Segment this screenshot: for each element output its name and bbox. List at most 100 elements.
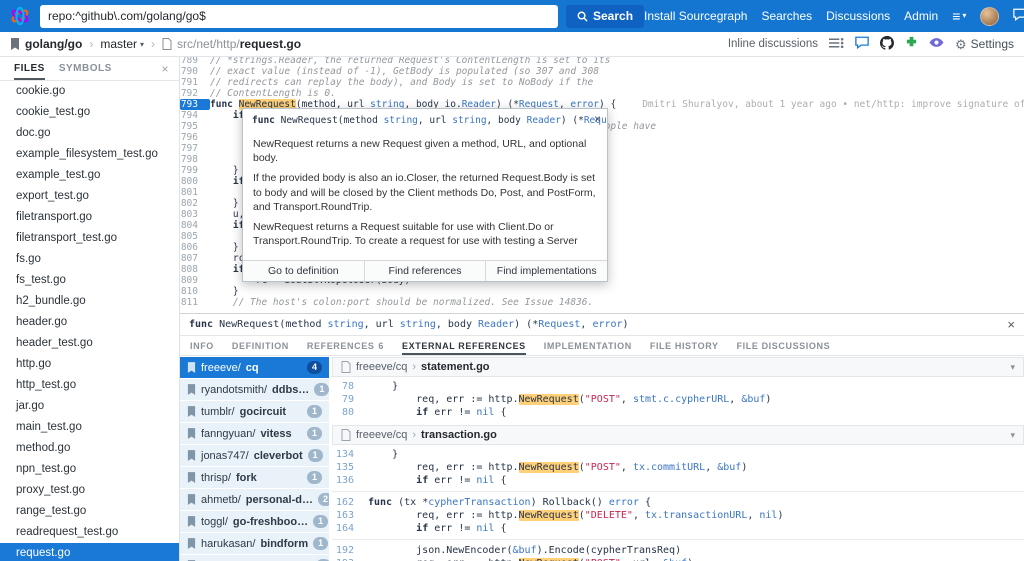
panel-tab-file-history[interactable]: FILE HISTORY [650, 336, 719, 355]
branch-selector[interactable]: master ▾ [100, 37, 144, 51]
comment-icon[interactable] [855, 36, 869, 52]
repo-item[interactable]: toggl/go-freshboo… 1 [180, 511, 329, 532]
panel-tab-definition[interactable]: DEFINITION [232, 336, 289, 355]
file-item[interactable]: method.go [0, 438, 179, 459]
repo-item[interactable]: harukasan/bindform 1 [180, 533, 329, 554]
highlighted-token[interactable]: NewRequest [518, 510, 579, 521]
avatar[interactable] [980, 6, 1000, 26]
file-item[interactable]: doc.go [0, 123, 179, 144]
tab-symbols[interactable]: SYMBOLS [59, 57, 112, 80]
highlighted-token[interactable]: NewRequest [518, 394, 579, 405]
line-number[interactable]: 797 [180, 143, 210, 154]
chevron-down-icon[interactable]: ▾ [1010, 430, 1015, 441]
reference-line[interactable]: 78 } [332, 380, 1024, 393]
line-number[interactable]: 804 [180, 220, 210, 231]
file-item[interactable]: range_test.go [0, 501, 179, 522]
file-item[interactable]: filetransport.go [0, 207, 179, 228]
line-number[interactable]: 803 [180, 209, 210, 220]
file-item[interactable]: filetransport_test.go [0, 228, 179, 249]
nav-admin[interactable]: Admin [904, 9, 938, 23]
reference-line[interactable]: 164 if err != nil { [332, 522, 1024, 535]
find-references-button[interactable]: Find references [363, 261, 486, 282]
line-number[interactable]: 792 [180, 88, 210, 99]
repo-item[interactable]: fanngyuan/vitess 1 [180, 423, 329, 444]
sourcegraph-logo[interactable] [10, 6, 30, 26]
file-item[interactable]: request.go [0, 543, 179, 561]
line-number[interactable]: 809 [180, 275, 210, 286]
panel-tab-references[interactable]: REFERENCES 6 [307, 336, 384, 355]
reference-line[interactable]: 79 req, err := http.NewRequest("POST", s… [332, 393, 1024, 406]
close-icon[interactable]: × [161, 57, 169, 80]
file-item[interactable]: readrequest_test.go [0, 522, 179, 543]
reference-line[interactable]: 192 json.NewEncoder(&buf).Encode(cypherT… [332, 544, 1024, 557]
file-item[interactable]: fs.go [0, 249, 179, 270]
repo-item[interactable]: cloudflare/promsai…1 [180, 555, 329, 561]
file-item[interactable]: header.go [0, 312, 179, 333]
chevron-down-icon[interactable]: ▾ [1010, 362, 1015, 373]
line-number[interactable]: 794 [180, 110, 210, 121]
line-number[interactable]: 789 [180, 57, 210, 66]
file-item[interactable]: example_test.go [0, 165, 179, 186]
file-path-prefix[interactable]: src/net/http/ [177, 37, 240, 51]
panel-tab-info[interactable]: INFO [190, 336, 214, 355]
line-number[interactable]: 799 [180, 165, 210, 176]
go-to-definition-button[interactable]: Go to definition [243, 261, 364, 281]
file-item[interactable]: http_test.go [0, 375, 179, 396]
close-icon[interactable]: × [594, 112, 601, 126]
file-item[interactable]: example_filesystem_test.go [0, 144, 179, 165]
repo-item[interactable]: thrisp/fork 1 [180, 467, 329, 488]
file-group-header[interactable]: freeeve/cq › transaction.go ▾ [332, 425, 1024, 445]
line-number[interactable]: 798 [180, 154, 210, 165]
line-number[interactable]: 810 [180, 286, 210, 297]
line-number[interactable]: 793 [180, 99, 210, 110]
line-number[interactable]: 805 [180, 231, 210, 242]
find-implementations-button[interactable]: Find implementations [485, 261, 607, 282]
repo-item[interactable]: jonas747/cleverbot 1 [180, 445, 329, 466]
github-icon[interactable] [879, 35, 894, 53]
line-number[interactable]: 791 [180, 77, 210, 88]
menu-icon[interactable]: ≡ ▾ [952, 9, 966, 23]
inline-discussions-toggle-icon[interactable] [828, 37, 844, 52]
line-number[interactable]: 800 [180, 176, 210, 187]
line-number[interactable]: 811 [180, 297, 210, 308]
file-item[interactable]: main_test.go [0, 417, 179, 438]
file-item[interactable]: fs_test.go [0, 270, 179, 291]
reference-line[interactable]: 163 req, err := http.NewRequest("DELETE"… [332, 509, 1024, 522]
file-name[interactable]: request.go [240, 37, 301, 51]
line-number[interactable]: 807 [180, 253, 210, 264]
file-item[interactable]: header_test.go [0, 333, 179, 354]
line-number[interactable]: 806 [180, 242, 210, 253]
file-item[interactable]: h2_bundle.go [0, 291, 179, 312]
file-item[interactable]: cookie_test.go [0, 102, 179, 123]
repo-item[interactable]: freeeve/cq 4 [180, 357, 329, 378]
line-number[interactable]: 790 [180, 66, 210, 77]
file-item[interactable]: export_test.go [0, 186, 179, 207]
feedback-icon[interactable] [1013, 8, 1024, 24]
repo-item[interactable]: ahmetb/personal-d… 2 [180, 489, 329, 510]
panel-tab-file-discussions[interactable]: FILE DISCUSSIONS [737, 336, 831, 355]
search-input[interactable] [48, 9, 550, 23]
reference-line[interactable]: 136 if err != nil { [332, 474, 1024, 487]
repo-item[interactable]: tumblr/gocircuit 1 [180, 401, 329, 422]
line-number[interactable]: 808 [180, 264, 210, 275]
line-number[interactable]: 796 [180, 132, 210, 143]
file-item[interactable]: jar.go [0, 396, 179, 417]
repo-link[interactable]: golang/go [25, 37, 82, 51]
reference-line[interactable]: 80 if err != nil { [332, 406, 1024, 419]
nav-discussions[interactable]: Discussions [826, 9, 890, 23]
close-icon[interactable]: × [1007, 317, 1015, 332]
repo-item[interactable]: ryandotsmith/ddbs… 1 [180, 379, 329, 400]
reference-line[interactable]: 162 func (tx *cypherTransaction) Rollback… [332, 496, 1024, 509]
line-number[interactable]: 802 [180, 198, 210, 209]
file-item[interactable]: npn_test.go [0, 459, 179, 480]
settings-button[interactable]: ⚙ Settings [955, 37, 1014, 51]
reference-line[interactable]: 193 req, err := http.NewRequest("POST", … [332, 557, 1024, 561]
eye-icon[interactable] [929, 37, 944, 51]
reference-line[interactable]: 134 } [332, 448, 1024, 461]
reference-line[interactable]: 135 req, err := http.NewRequest("POST", … [332, 461, 1024, 474]
panel-tab-external-references[interactable]: EXTERNAL REFERENCES [402, 336, 526, 355]
extension-icon[interactable] [905, 36, 918, 52]
file-item[interactable]: proxy_test.go [0, 480, 179, 501]
nav-install-sourcegraph[interactable]: Install Sourcegraph [644, 9, 747, 23]
tab-files[interactable]: FILES [14, 57, 45, 80]
